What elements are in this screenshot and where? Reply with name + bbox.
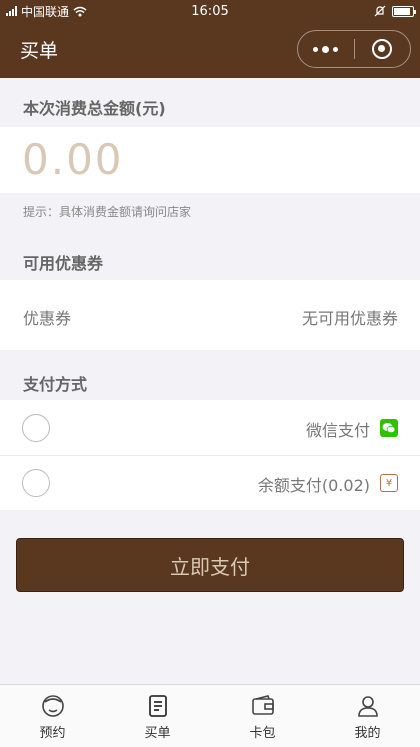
profile-icon [357,696,378,717]
amount-tip: 提示：具体消费金额请询问店家 [23,205,192,219]
wechat-radio[interactable] [22,414,50,442]
target-icon [372,39,393,59]
tab-bill-label: 买单 [144,726,171,741]
miniprogram-capsule [297,30,411,68]
battery-icon [392,5,416,17]
amount-input[interactable]: 0.00 [22,135,124,184]
tab-card-wallet-label: 卡包 [249,726,276,741]
amount-box[interactable]: 0.00 [0,127,420,193]
coupon-section-title: 可用优惠券 [23,254,104,273]
tab-bar: 预约 买单 卡包 我的 [0,684,420,747]
tab-profile-label: 我的 [354,726,381,741]
reservation-icon [41,695,64,717]
wechat-pay-label: 微信支付 [305,421,370,440]
battery-level [394,7,411,15]
pay-now-button[interactable]: 立即支付 [16,538,404,592]
tab-bill[interactable]: 买单 [105,685,210,747]
close-miniprogram-button[interactable] [355,31,411,67]
balance-pay-label: 余额支付(0.02) [257,476,370,495]
status-bar: 中国联通 16:05 [0,0,420,22]
coupon-value: 无可用优惠券 [301,309,398,328]
amount-section-title: 本次消费总金额(元) [23,99,166,118]
payment-section-title: 支付方式 [23,375,88,394]
coupon-row[interactable]: 优惠券 无可用优惠券 [0,280,420,350]
balance-radio[interactable] [22,469,50,497]
page-title: 买单 [20,40,59,62]
more-button[interactable] [298,31,354,67]
status-time: 16:05 [191,3,229,19]
payment-method-balance[interactable]: 余额支付(0.02) ¥ [0,455,420,510]
wechat-icon [380,419,398,437]
card-wallet-icon [251,695,274,715]
more-dots-icon [313,45,339,53]
tab-reservation[interactable]: 预约 [0,685,105,747]
nav-header: 买单 [0,22,420,78]
tab-card-wallet[interactable]: 卡包 [210,685,315,747]
bill-icon [148,695,167,717]
payment-method-wechat[interactable]: 微信支付 [0,400,420,455]
tab-profile[interactable]: 我的 [315,685,420,747]
wallet-icon: ¥ [380,474,398,492]
payment-methods-list: 微信支付 余额支付(0.02) ¥ [0,400,420,510]
coupon-label: 优惠券 [23,309,72,328]
tab-reservation-label: 预约 [39,726,66,741]
